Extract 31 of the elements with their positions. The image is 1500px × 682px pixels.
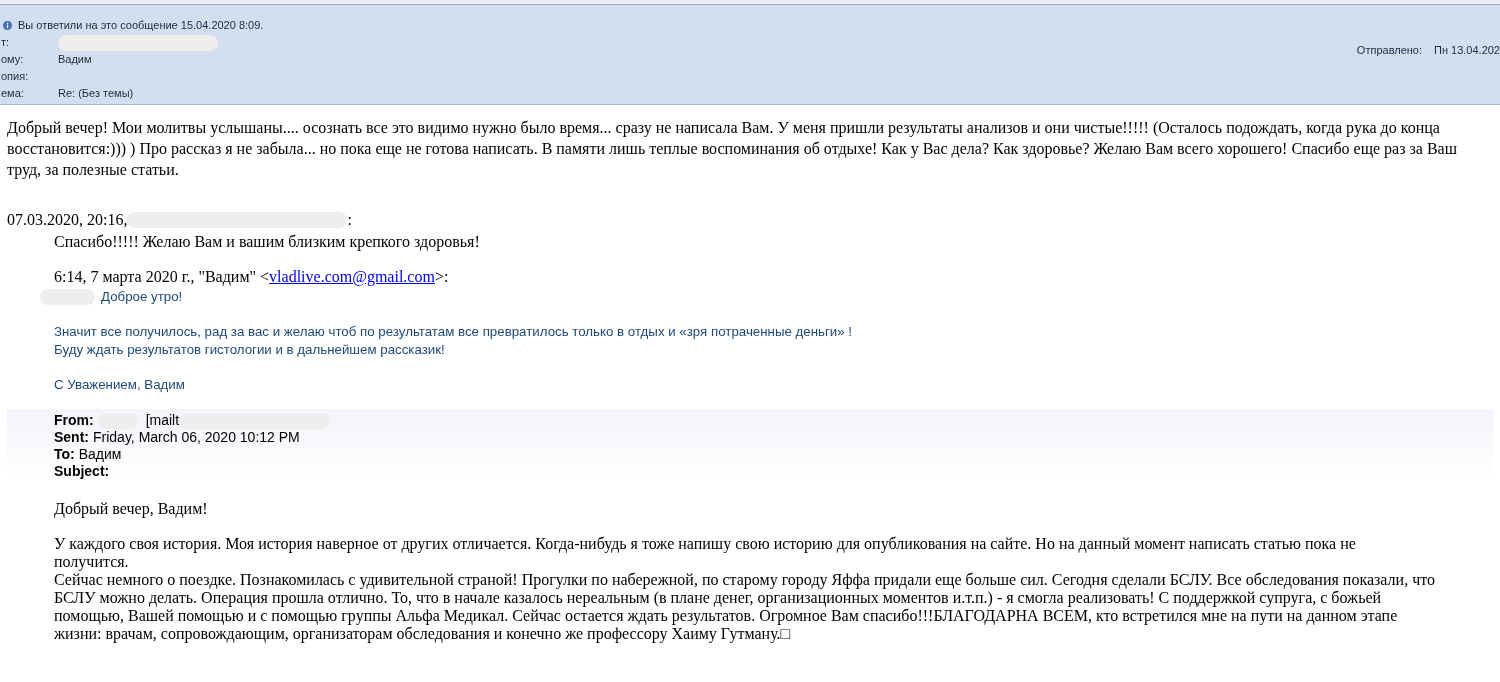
header-label: Sent:: [54, 429, 89, 446]
field-label: опия:: [0, 69, 30, 85]
nested-attribution: 6:14, 7 марта 2020 г., "Вадим" <vladlive.com@gmail.com>:: [54, 267, 450, 288]
header-value: Вадим: [78, 446, 122, 463]
sent-label: Отправлено:: [1356, 43, 1422, 58]
message-line: Значит все получилось, рад за вас и желаю чтоб по результатам все превратилось только в отдых и «зря потраченные деньги» !: [54, 323, 854, 341]
original-paragraph: получится.: [54, 553, 130, 571]
quote-attribution-colon: :: [347, 210, 352, 230]
field-label: ому:: [0, 52, 25, 68]
quote-text: Спасибо!!!!! Желаю Вам и вашим близким крепкого здоровья!: [54, 232, 481, 253]
header-value: [mailt: [145, 412, 180, 429]
message-line: Буду ждать результатов гистологии и в дальнейшем рассказик!: [54, 341, 446, 359]
original-greeting: Добрый вечер, Вадим!: [54, 500, 209, 518]
field-value: Re: (Без темы): [58, 86, 134, 102]
info-icon: [3, 21, 12, 30]
reply-notice: Вы ответили на это сообщение 15.04.2020 8:09.: [18, 18, 264, 34]
reply-text: Добрый вечер! Мои молитвы услышаны.... осознать все это видимо нужно было время... сразу не написала Вам. У меня пришли результаты анализов и они чистые!!!!! (Осталось подождать, когда рука до конца восстановится:))) ) Про рассказ я не забыла... но пока еще не готова написать. В памяти лишь теплые воспоминания об отдыхе! Как у Вас дела? Как здоровье? Желаю Вам всего хорошего! Спасибо еще раз за Ваш труд, за полезные статьи.: [7, 118, 1459, 180]
original-paragraph: Сейчас немного о поездке. Познакомилась с удивительной страной! Прогулки по набережной, по старому городу Яффа придали еще больше сил. Сегодня сделали БСЛУ. Все обследования показали, что БСЛУ можно делать. Операция прошла отлично. То, что в начале казалось нереальным (в плане денег, организационных моментов и.т.п.) - я смогла реализовать! С поддержкой супруга, с божьей помощью, Вашей помощью и с помощью группы Альфа Медикал. Сейчас остается ждать результатов. Огромное Вам спасибо!!!БЛАГОДАРНА ВСЕМ, кто встретился мне на пути на данном этапе жизни: врачам, сопровождающим, организаторам обследования и конечно же профессору Хаиму Гутману.□: [54, 571, 1436, 643]
signature: С Уважением, Вадим: [54, 376, 186, 394]
field-value: Вадим: [58, 52, 92, 68]
header-value: Friday, March 06, 2020 10:12 PM: [93, 429, 300, 446]
sent-value: Пн 13.04.202: [1434, 43, 1500, 58]
email-link[interactable]: vladlive.com@gmail.com: [269, 268, 435, 285]
field-label: т:: [0, 35, 11, 51]
header-label: From:: [54, 412, 94, 429]
original-paragraph: У каждого своя история. Моя история наверное от других отличается. Когда-нибудь я тоже напишу свою историю для опубликования на сайте. Но на данный момент написать статью пока не: [54, 535, 1357, 553]
greeting-text: Доброе утро!: [101, 288, 183, 306]
header-label: To:: [54, 446, 75, 463]
field-label: ема:: [0, 86, 25, 102]
quote-attribution: 07.03.2020, 20:16,: [7, 210, 128, 230]
header-label: Subject:: [54, 463, 110, 480]
